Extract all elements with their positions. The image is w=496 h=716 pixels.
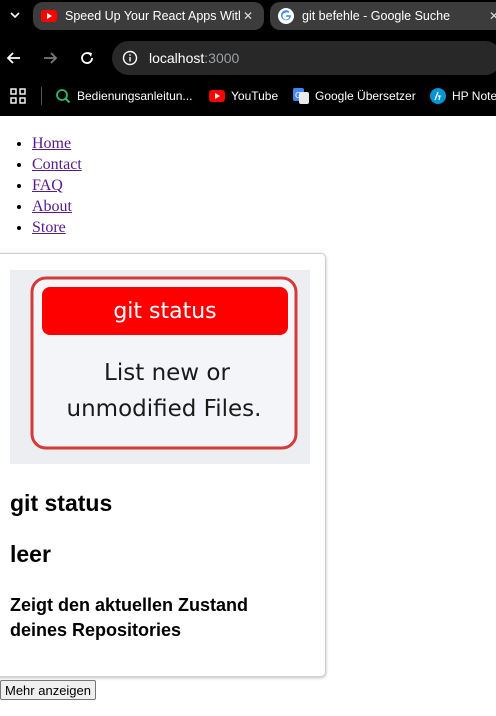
close-icon[interactable]: ✕ bbox=[486, 9, 496, 23]
show-more-button[interactable]: Mehr anzeigen bbox=[0, 680, 96, 700]
browser-toolbar: localhost:3000 bbox=[0, 38, 496, 78]
tab-react-video[interactable]: Speed Up Your React Apps With ✕ bbox=[33, 2, 264, 30]
main-nav: Home Contact FAQ About Store bbox=[0, 133, 82, 238]
tab-google-search[interactable]: git befehle - Google Suche ✕ bbox=[270, 2, 496, 30]
hp-icon bbox=[430, 88, 446, 104]
command-card: git status List new or unmodified Files.… bbox=[0, 253, 326, 677]
tab-strip: Speed Up Your React Apps With ✕ git befe… bbox=[0, 0, 496, 33]
url-port: :3000 bbox=[204, 50, 240, 66]
tab-title: git befehle - Google Suche bbox=[302, 9, 451, 23]
bookmark-label: HP Note bbox=[452, 89, 496, 103]
translate-icon: G bbox=[293, 88, 309, 104]
nav-item-contact: Contact bbox=[32, 154, 82, 175]
bookmark-label: YouTube bbox=[231, 89, 279, 103]
close-icon[interactable]: ✕ bbox=[240, 9, 256, 23]
bookmark-youtube[interactable]: YouTube bbox=[209, 87, 278, 105]
nav-link-contact[interactable]: Contact bbox=[32, 156, 82, 173]
card-description: Zeigt den aktuellen Zustand deines Repos… bbox=[10, 595, 249, 640]
bookmark-label: Bedienungsanleitun... bbox=[77, 89, 193, 103]
back-arrow-icon[interactable] bbox=[3, 47, 25, 69]
card-title: git status bbox=[10, 490, 113, 516]
svg-text:G: G bbox=[295, 91, 301, 100]
google-icon bbox=[278, 8, 294, 24]
nav-link-faq[interactable]: FAQ bbox=[32, 177, 63, 194]
nav-link-about[interactable]: About bbox=[32, 198, 72, 215]
url-text: localhost:3000 bbox=[149, 50, 239, 66]
bookmark-label: Google Übersetzer bbox=[315, 89, 416, 103]
reload-icon[interactable] bbox=[76, 47, 98, 69]
tab-title: Speed Up Your React Apps With bbox=[65, 9, 240, 23]
bookmarks-bar: Bedienungsanleitun... YouTube G Google Ü… bbox=[0, 82, 496, 110]
nav-link-home[interactable]: Home bbox=[32, 135, 71, 152]
card-image-banner-text: git status bbox=[113, 299, 216, 324]
nav-link-store[interactable]: Store bbox=[32, 219, 66, 236]
browser-chrome: Speed Up Your React Apps With ✕ git befe… bbox=[0, 0, 496, 116]
nav-item-home: Home bbox=[32, 133, 82, 154]
card-image-line1: List new or bbox=[104, 360, 230, 386]
card-subtitle: leer bbox=[10, 541, 51, 567]
card-image-line2: unmodified Files. bbox=[67, 396, 262, 422]
tab-search-chevron-icon[interactable] bbox=[4, 4, 26, 26]
bookmarks-divider bbox=[41, 87, 42, 105]
card-image: git status List new or unmodified Files. bbox=[10, 270, 310, 464]
site-info-icon[interactable] bbox=[122, 50, 138, 66]
youtube-icon bbox=[209, 88, 225, 104]
bookmark-hp[interactable]: HP Note bbox=[430, 87, 496, 105]
nav-item-faq: FAQ bbox=[32, 175, 82, 196]
page-content: Home Contact FAQ About Store git status … bbox=[0, 116, 496, 716]
youtube-icon bbox=[41, 8, 57, 24]
url-host: localhost bbox=[149, 50, 205, 66]
manual-icon bbox=[55, 88, 71, 104]
forward-arrow-icon[interactable] bbox=[39, 47, 61, 69]
bookmark-manual[interactable]: Bedienungsanleitun... bbox=[55, 87, 192, 105]
bookmark-google-translate[interactable]: G Google Übersetzer bbox=[293, 87, 416, 105]
nav-item-store: Store bbox=[32, 217, 82, 238]
address-bar[interactable]: localhost:3000 bbox=[112, 41, 496, 75]
nav-item-about: About bbox=[32, 196, 82, 217]
apps-grid-icon[interactable] bbox=[10, 88, 26, 104]
